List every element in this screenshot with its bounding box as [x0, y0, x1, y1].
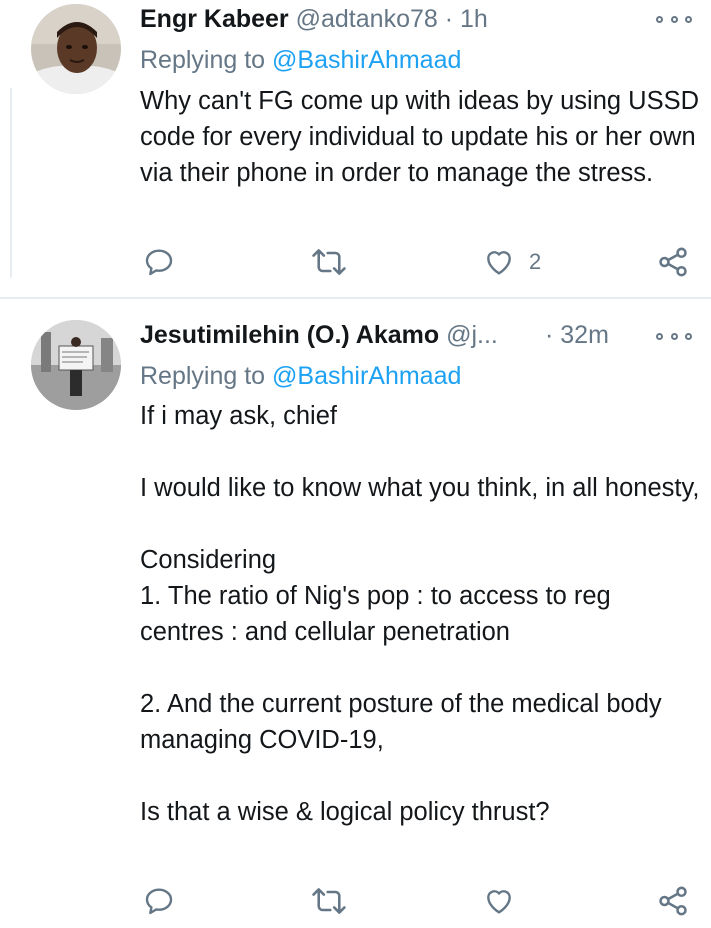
- reply-icon: [145, 888, 173, 915]
- more-options-icon[interactable]: [656, 326, 692, 346]
- tweet[interactable]: Engr Kabeer @adtanko78 · 1h Replying to …: [0, 0, 711, 298]
- tweet-paragraph: I would like to know what you think, in …: [140, 474, 700, 502]
- tweet[interactable]: Jesutimilehin (O.) Akamo @j... · 32m Rep…: [0, 299, 711, 928]
- tweet-paragraph: 2. And the current posture of the medica…: [140, 690, 662, 754]
- tweet-text: If i may ask, chief I would like to know…: [140, 398, 700, 830]
- mention-link[interactable]: @BashirAhmaad: [272, 362, 461, 390]
- tweet-header: Engr Kabeer @adtanko78 · 1h: [140, 2, 488, 36]
- avatar[interactable]: [31, 4, 121, 94]
- replying-to: Replying to @BashirAhmaad: [140, 43, 461, 77]
- tweet-paragraph: Is that a wise & logical policy thrust?: [140, 798, 550, 826]
- more-options-icon[interactable]: [656, 9, 692, 29]
- tweet-actions: [140, 881, 696, 921]
- tweet-actions: 2: [140, 242, 696, 282]
- tweet-time: · 32m: [545, 318, 609, 352]
- share-icon: [659, 247, 687, 277]
- tweet-paragraph: If i may ask, chief: [140, 402, 337, 430]
- share-button[interactable]: [656, 242, 690, 282]
- replying-to-label: Replying to: [140, 46, 266, 74]
- like-button[interactable]: [483, 881, 515, 921]
- reply-button[interactable]: [143, 242, 175, 282]
- avatar[interactable]: [31, 320, 121, 410]
- timestamp[interactable]: 1h: [460, 5, 488, 33]
- author-handle[interactable]: @adtanko78: [296, 5, 438, 33]
- heart-icon: [487, 890, 511, 914]
- reply-icon: [145, 249, 173, 276]
- share-icon: [659, 886, 687, 916]
- share-button[interactable]: [656, 881, 690, 921]
- tweet-header: Jesutimilehin (O.) Akamo @j...: [140, 318, 498, 352]
- retweet-icon: [312, 888, 346, 914]
- author-name[interactable]: Engr Kabeer: [140, 5, 289, 33]
- tweet-paragraph: Considering: [140, 546, 277, 574]
- like-button[interactable]: 2: [483, 242, 541, 282]
- reply-button[interactable]: [143, 881, 175, 921]
- replying-to: Replying to @BashirAhmaad: [140, 359, 461, 393]
- tweet-paragraph: Why can't FG come up with ideas by using…: [140, 87, 700, 187]
- retweet-button[interactable]: [311, 881, 347, 921]
- author-name[interactable]: Jesutimilehin (O.) Akamo: [140, 321, 439, 349]
- tweet-paragraph: 1. The ratio of Nig's pop : to access to…: [140, 582, 611, 646]
- tweet-text: Why can't FG come up with ideas by using…: [140, 83, 700, 191]
- author-handle[interactable]: @j...: [446, 321, 498, 349]
- replying-to-label: Replying to: [140, 362, 266, 390]
- thread-line: [10, 88, 12, 278]
- separator-dot: ·: [545, 321, 554, 349]
- separator-dot: ·: [444, 5, 454, 33]
- retweet-icon: [312, 249, 346, 275]
- like-count: 2: [529, 249, 542, 274]
- mention-link[interactable]: @BashirAhmaad: [272, 46, 461, 74]
- heart-icon: [487, 251, 511, 275]
- retweet-button[interactable]: [311, 242, 347, 282]
- timestamp[interactable]: 32m: [560, 321, 609, 349]
